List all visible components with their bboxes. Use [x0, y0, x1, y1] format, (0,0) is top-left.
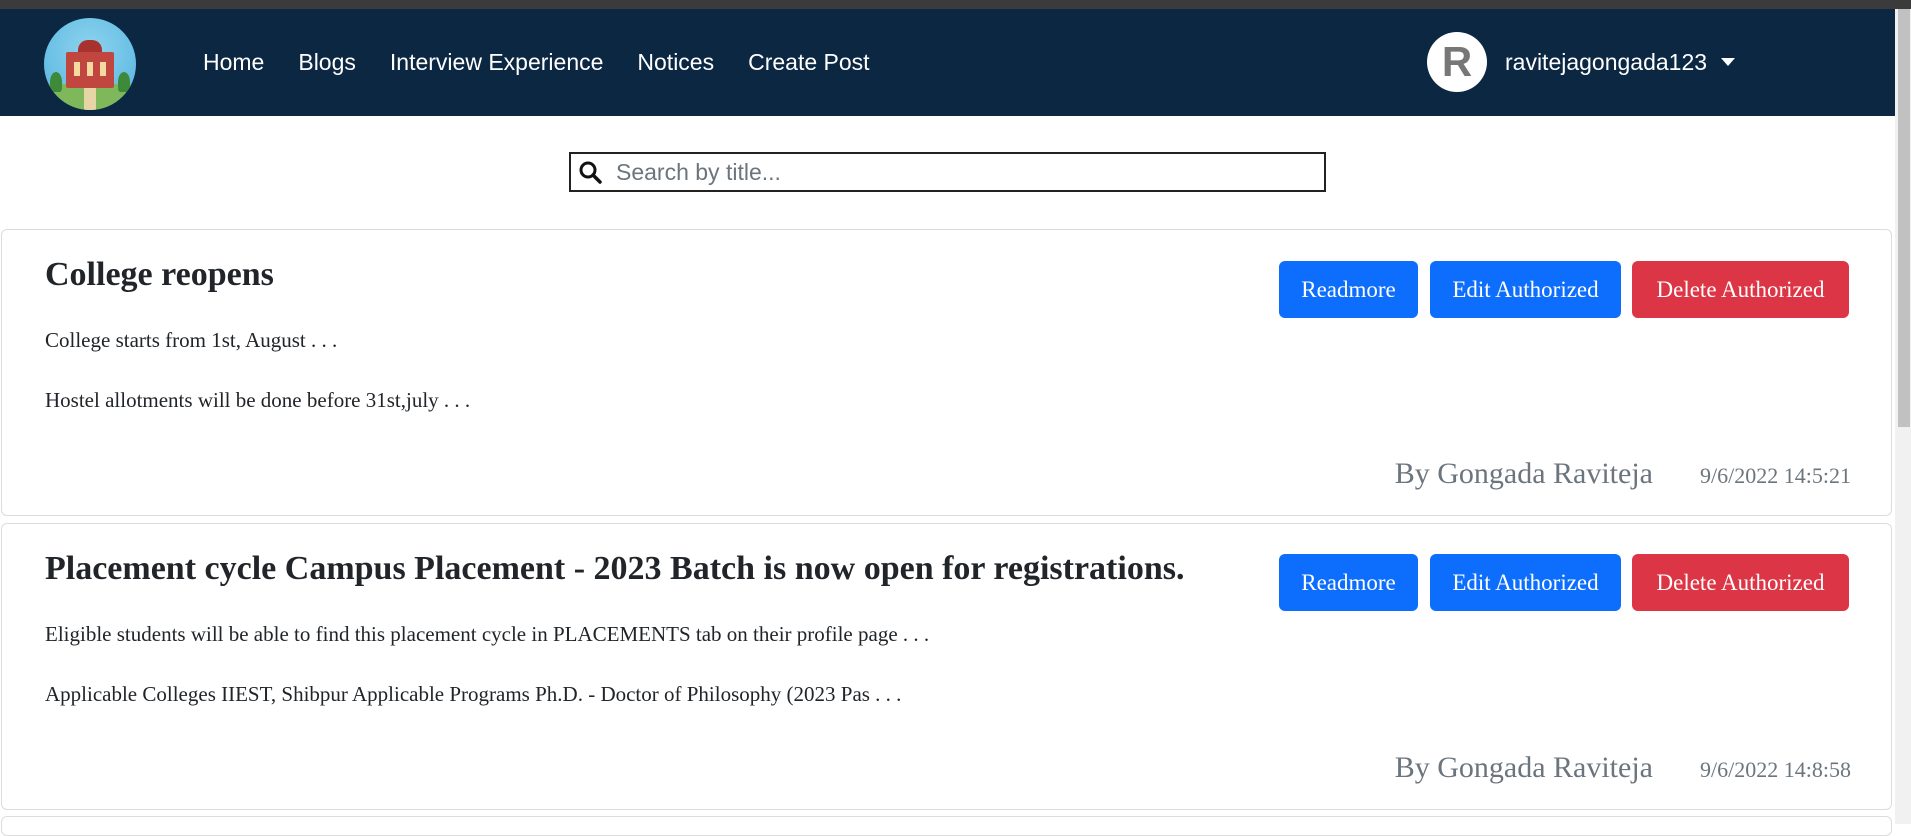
search-icon: [579, 161, 602, 184]
readmore-button[interactable]: Readmore: [1279, 261, 1418, 318]
post-author: By Gongada Raviteja: [1394, 751, 1653, 784]
post-card: College reopens College starts from 1st,…: [1, 229, 1892, 516]
username: ravitejagongada123: [1505, 48, 1708, 75]
nav-link-notices[interactable]: Notices: [637, 49, 714, 76]
avatar: R: [1427, 32, 1487, 92]
university-logo[interactable]: [44, 18, 136, 110]
scrollbar-thumb[interactable]: [1898, 9, 1910, 427]
post-date: 9/6/2022 14:8:58: [1700, 757, 1851, 782]
nav-link-home[interactable]: Home: [203, 49, 264, 76]
search-box: [569, 152, 1326, 192]
navbar: Home Blogs Interview Experience Notices …: [0, 9, 1895, 116]
post-excerpt-line: College starts from 1st, August . . .: [45, 328, 338, 352]
search-input[interactable]: [614, 157, 1298, 187]
post-author: By Gongada Raviteja: [1394, 457, 1653, 490]
post-excerpt-line: Eligible students will be able to find t…: [45, 622, 930, 646]
nav-link-interview-experience[interactable]: Interview Experience: [390, 49, 604, 76]
nav-links: Home Blogs Interview Experience Notices …: [203, 9, 904, 116]
nav-link-create-post[interactable]: Create Post: [748, 49, 869, 76]
post-excerpt-line: Applicable Colleges IIEST, Shibpur Appli…: [45, 682, 902, 706]
post-title: College reopens: [45, 256, 274, 293]
delete-button[interactable]: Delete Authorized: [1632, 261, 1849, 318]
edit-button[interactable]: Edit Authorized: [1430, 261, 1621, 318]
browser-top-strip: [0, 0, 1911, 9]
post-card-partial: [1, 816, 1892, 836]
post-date: 9/6/2022 14:5:21: [1700, 463, 1851, 488]
delete-button[interactable]: Delete Authorized: [1632, 554, 1849, 611]
nav-link-blogs[interactable]: Blogs: [298, 49, 356, 76]
user-menu[interactable]: R ravitejagongada123: [1427, 31, 1736, 93]
chevron-down-icon[interactable]: [1721, 58, 1736, 66]
post-excerpt-line: Hostel allotments will be done before 31…: [45, 388, 471, 412]
readmore-button[interactable]: Readmore: [1279, 554, 1418, 611]
edit-button[interactable]: Edit Authorized: [1430, 554, 1621, 611]
post-card: Placement cycle Campus Placement - 2023 …: [1, 523, 1892, 810]
post-title: Placement cycle Campus Placement - 2023 …: [45, 550, 1185, 587]
